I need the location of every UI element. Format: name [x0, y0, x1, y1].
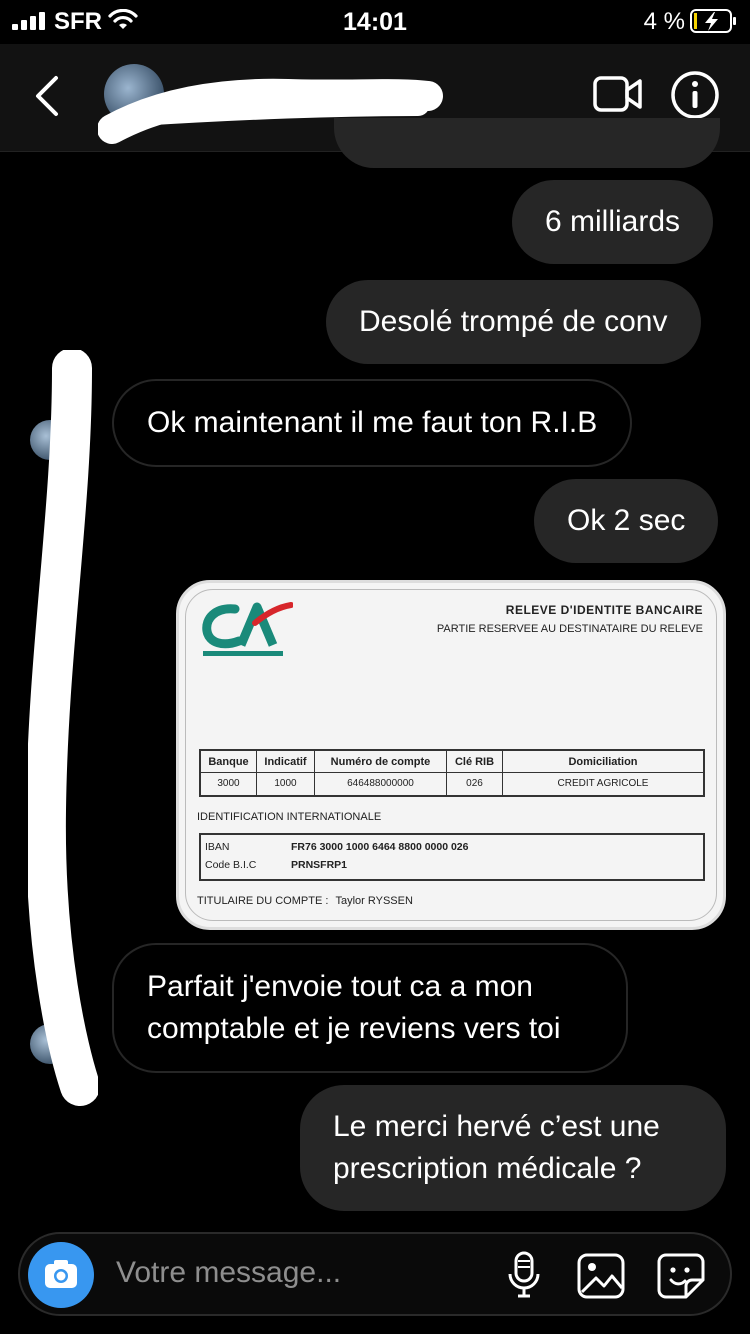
rib-header-cell: Domiciliation — [568, 756, 638, 768]
rib-iban-box: IBAN FR76 3000 1000 6464 8800 0000 026 C… — [199, 833, 705, 881]
holder-label: TITULAIRE DU COMPTE : — [197, 895, 329, 907]
rib-table: Banque Indicatif Numéro de compte Clé RI… — [199, 749, 705, 797]
rib-value-cell: 3000 — [201, 773, 257, 795]
message-in[interactable]: Parfait j'envoie tout ca a mon comptable… — [112, 943, 628, 1073]
message-out[interactable]: 6 milliards — [512, 180, 714, 264]
message-text: Desolé trompé de conv — [359, 305, 668, 338]
message-text: 6 milliards — [545, 205, 681, 238]
rib-value-cell: 646488000000 — [315, 773, 447, 795]
rib-header-cell: Numéro de compte — [315, 751, 447, 772]
redaction-bar — [28, 350, 98, 1106]
microphone-icon[interactable] — [504, 1250, 544, 1300]
message-input[interactable]: Votre message... — [116, 1256, 341, 1290]
message-out[interactable]: Le merci hervé c’est une prescription mé… — [300, 1085, 726, 1211]
rib-value-cell: 1000 — [257, 773, 315, 795]
battery-percent: 4 % — [643, 8, 685, 35]
rib-intl-label: IDENTIFICATION INTERNATIONALE — [197, 811, 382, 823]
rib-value-cell: 026 — [447, 773, 503, 795]
rib-subtitle: PARTIE RESERVEE AU DESTINATAIRE DU RELEV… — [436, 623, 703, 635]
info-icon[interactable] — [670, 70, 720, 120]
rib-holder: TITULAIRE DU COMPTE : Taylor RYSSEN — [197, 895, 413, 907]
rib-value-cell: CREDIT AGRICOLE — [557, 778, 649, 789]
video-camera-icon[interactable] — [592, 72, 644, 116]
message-text: Ok 2 sec — [567, 504, 686, 537]
iban-label: IBAN — [205, 841, 230, 853]
bic-label: Code B.I.C — [205, 859, 257, 871]
gallery-icon[interactable] — [576, 1252, 626, 1300]
battery-charging-icon — [690, 9, 736, 33]
camera-button[interactable] — [28, 1242, 94, 1308]
status-bar: SFR 14:01 4 % — [0, 0, 750, 44]
message-composer: Votre message... — [18, 1232, 732, 1316]
holder-value: Taylor RYSSEN — [335, 895, 413, 907]
message-in[interactable]: Ok maintenant il me faut ton R.I.B — [112, 379, 633, 467]
chevron-left-icon[interactable] — [30, 74, 66, 118]
sticker-icon[interactable] — [656, 1252, 706, 1300]
message-text: Parfait j'envoie tout ca a mon comptable… — [147, 970, 561, 1045]
message-text: Le merci hervé c’est une prescription mé… — [333, 1110, 660, 1185]
iban-value: FR76 3000 1000 6464 8800 0000 026 — [291, 841, 469, 853]
rib-header-cell: Indicatif — [257, 751, 315, 772]
credit-agricole-logo — [202, 602, 293, 656]
message-out[interactable]: Ok 2 sec — [534, 479, 719, 563]
message-text: Ok maintenant il me faut ton R.I.B — [147, 406, 598, 439]
rib-title: RELEVE D'IDENTITE BANCAIRE — [505, 603, 703, 617]
rib-header-cell: Clé RIB — [447, 751, 503, 772]
camera-icon — [45, 1260, 77, 1288]
bic-value: PRNSFRP1 — [291, 859, 348, 871]
status-time: 14:01 — [343, 8, 407, 36]
rib-header-cell: Banque — [201, 751, 257, 772]
rib-image-message[interactable]: RELEVE D'IDENTITE BANCAIRE PARTIE RESERV… — [176, 580, 726, 930]
message-out[interactable]: Desolé trompé de conv — [326, 280, 701, 364]
previous-message-bubble — [334, 118, 720, 168]
